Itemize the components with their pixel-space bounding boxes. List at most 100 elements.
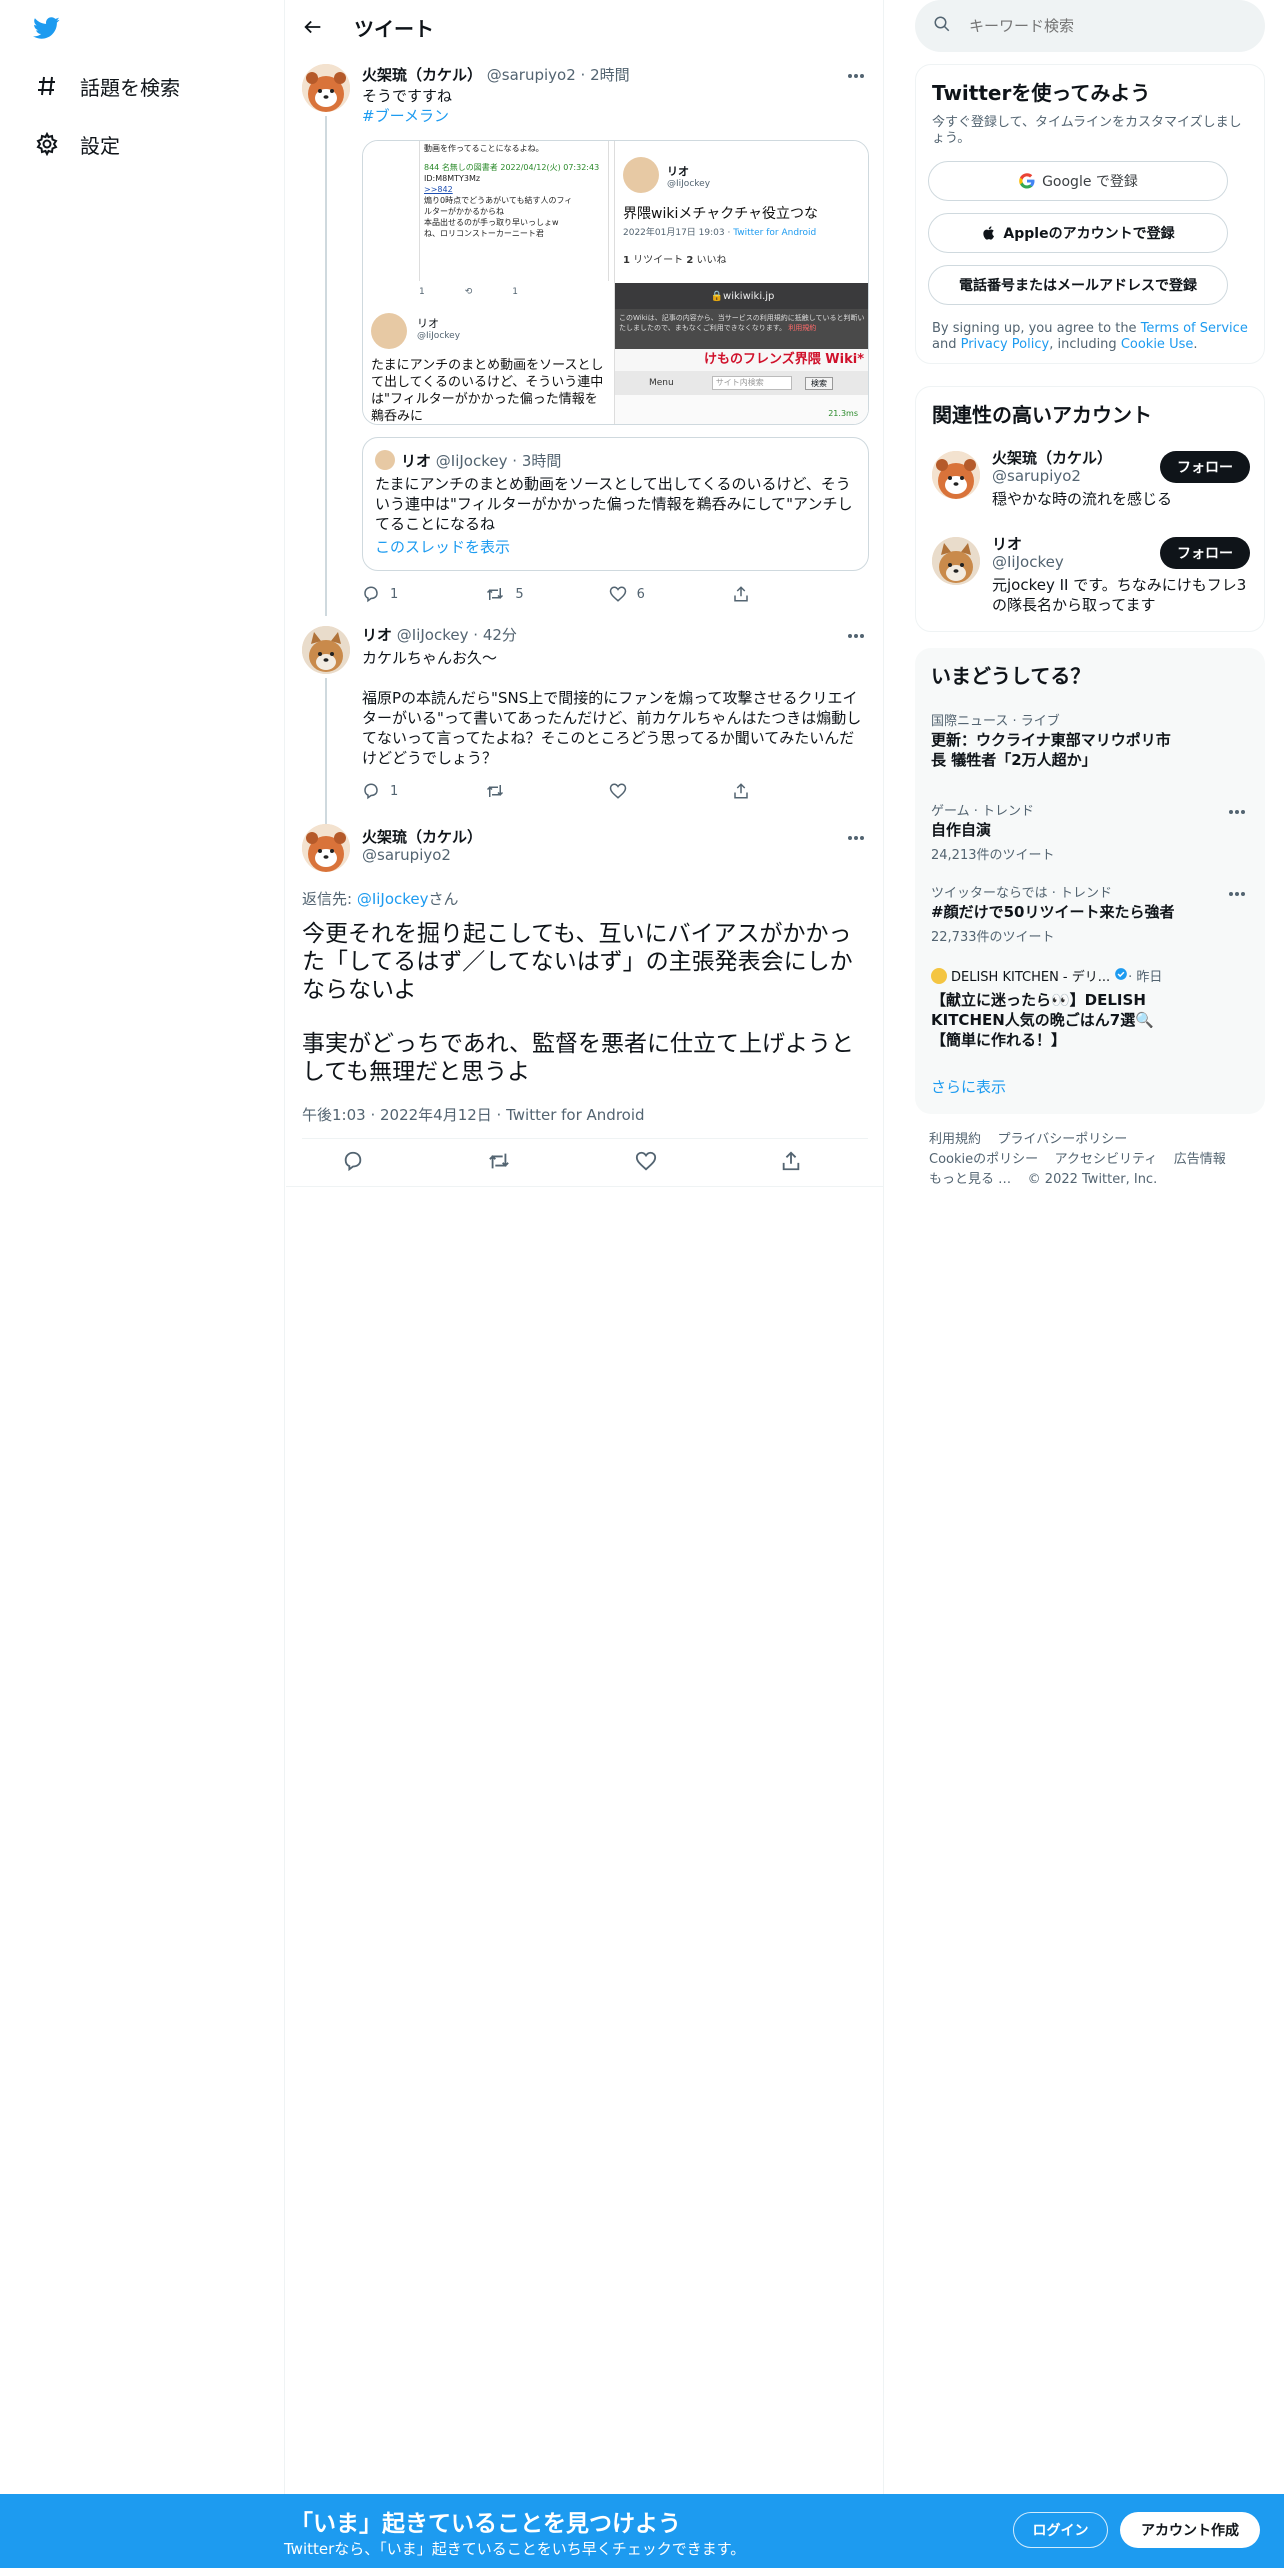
- search-input[interactable]: [969, 17, 1229, 35]
- nav-explore[interactable]: 話題を検索: [34, 64, 180, 108]
- footer-link[interactable]: Cookieのポリシー: [929, 1152, 1038, 1167]
- follow-button[interactable]: フォロー: [1160, 451, 1250, 483]
- user-handle[interactable]: @IiJockey: [397, 626, 469, 644]
- reply-button[interactable]: [342, 1150, 364, 1178]
- tweet-text-line: そうですすね: [362, 87, 453, 105]
- trend-item[interactable]: ゲーム · トレンド 自作自演 24,213件のツイート: [915, 794, 1265, 870]
- focused-tweet: 火架琉（カケル） @sarupiyo2 返信先: @IiJockeyさん 今更そ…: [286, 814, 884, 1194]
- footer-link[interactable]: アクセシビリティ: [1055, 1152, 1158, 1167]
- back-arrow-icon[interactable]: [300, 14, 326, 40]
- avatar[interactable]: [932, 537, 980, 585]
- account-handle: @sarupiyo2: [992, 467, 1081, 485]
- footer-link[interactable]: 広告情報: [1174, 1152, 1226, 1167]
- twitter-logo-icon[interactable]: [30, 14, 64, 42]
- login-button[interactable]: ログイン: [1013, 2512, 1108, 2548]
- tweet-actions: 1: [362, 779, 792, 803]
- account-bio: 穏やかな時の流れを感じる: [992, 490, 1173, 508]
- more-options-icon[interactable]: [844, 828, 868, 848]
- retweet-icon: [487, 785, 504, 797]
- like-button[interactable]: [635, 1150, 657, 1178]
- share-button[interactable]: [732, 582, 792, 606]
- reply-icon: [344, 1151, 362, 1172]
- reply-button[interactable]: 1: [362, 582, 422, 606]
- more-options-icon[interactable]: [844, 66, 868, 86]
- focused-tweet-text-2: 事実がどっちであれ、監督を悪者に仕立て上げようとしても無理だと思うよ: [302, 1031, 854, 1085]
- timestamp[interactable]: 2時間: [590, 66, 630, 84]
- related-account-item[interactable]: リオ @IiJockey 元jockey II です。ちなみにけもフレ3の隊長名…: [916, 529, 1266, 629]
- retweet-button[interactable]: [485, 779, 545, 803]
- timestamp[interactable]: 42分: [483, 626, 517, 644]
- follow-button[interactable]: フォロー: [1160, 537, 1250, 569]
- cookie-link[interactable]: Cookie Use: [1121, 337, 1194, 352]
- focused-tweet-text-1: 今更それを掘り起こしても、互いにバイアスがかかった「してるはず／してないはず」の…: [302, 921, 853, 1003]
- reply-icon: [364, 586, 378, 603]
- main-column: ツイート 火架琉（カケル） @sarupiyo2 · 2時間 そうですすね #ブ…: [286, 0, 884, 2568]
- nav-settings-label: 設定: [80, 133, 120, 158]
- avatar[interactable]: [302, 824, 350, 872]
- trend-item[interactable]: ツイッターならでは · トレンド #顔だけで50リツイート来たら強者 22,73…: [915, 876, 1265, 952]
- share-button[interactable]: [780, 1150, 802, 1178]
- nav-explore-label: 話題を検索: [80, 75, 180, 100]
- verified-badge-icon: [1114, 967, 1128, 985]
- nav-settings[interactable]: 設定: [34, 122, 120, 166]
- image-action-row: 1 ⟲ 1: [419, 287, 519, 297]
- signup-card: Twitterを使ってみよう 今すぐ登録して、タイムラインをカスタマイズしましょ…: [915, 64, 1265, 364]
- reply-to-link[interactable]: @IiJockey: [357, 890, 429, 908]
- like-button[interactable]: 6: [609, 582, 669, 606]
- reply-button[interactable]: 1: [362, 779, 422, 803]
- display-name[interactable]: リオ: [362, 626, 392, 644]
- retweet-button[interactable]: 5: [485, 582, 545, 606]
- avatar[interactable]: [932, 451, 980, 499]
- related-accounts-card: 関連性の高いアカウント 火架琉（カケル） @sarupiyo2 穏やかな時の流れ…: [915, 386, 1265, 632]
- share-icon: [782, 1151, 800, 1171]
- avatar[interactable]: [302, 64, 350, 112]
- account-handle: @IiJockey: [992, 553, 1064, 571]
- like-button[interactable]: [609, 779, 669, 803]
- hashtag-link[interactable]: #ブーメラン: [362, 106, 862, 126]
- apple-signup-button[interactable]: Appleのアカウントで登録: [928, 213, 1228, 253]
- avatar[interactable]: [302, 626, 350, 674]
- signup-button[interactable]: アカウント作成: [1120, 2512, 1260, 2548]
- display-name[interactable]: 火架琉（カケル）: [362, 66, 482, 84]
- image-right-panel: リオ @IiJockey 界隈wikiメチャクチャ役立つな 2022年01月17…: [615, 141, 868, 424]
- share-button[interactable]: [732, 779, 792, 803]
- google-signup-button[interactable]: Google で登録: [928, 161, 1228, 201]
- trend-more-icon[interactable]: [1225, 884, 1249, 904]
- reply-to-line: 返信先: @IiJockeyさん: [302, 890, 459, 908]
- trend-item[interactable]: DELISH KITCHEN - デリ... · 昨日 【献立に迷ったら👀】DE…: [915, 960, 1265, 1060]
- tweet-text: カケルちゃんお久～ 福原Pの本読んだら"SNS上で間接的にファンを煽って攻撃させ…: [362, 649, 862, 767]
- search-bar[interactable]: [915, 0, 1265, 52]
- quote-header: リオ @IiJockey · 3時間: [401, 452, 562, 470]
- display-name[interactable]: 火架琉（カケル）: [362, 826, 482, 847]
- thread-tweet-2[interactable]: リオ @IiJockey · 42分 カケルちゃんお久～ 福原Pの本読んだら"S…: [286, 614, 884, 828]
- source-avatar-icon: [931, 967, 947, 984]
- tweet-actions: 1 5 6: [362, 582, 792, 606]
- image-browser-bar: 🔒 wikiwiki.jp: [615, 283, 868, 309]
- terms-link[interactable]: Terms of Service: [1141, 321, 1248, 336]
- trend-item[interactable]: 国際ニュース · ライブ 更新：ウクライナ東部マリウポリ市長 犠牲者「2万人超か…: [915, 704, 1265, 786]
- tweet-image[interactable]: 動画を作ってることになるよね。 844 名無しの図書者 2022/04/12(火…: [362, 140, 869, 425]
- footer-link[interactable]: 利用規約: [929, 1132, 981, 1147]
- privacy-link[interactable]: Privacy Policy: [961, 337, 1050, 352]
- user-handle[interactable]: @sarupiyo2: [487, 66, 576, 84]
- divider: [286, 1186, 884, 1187]
- more-options-icon[interactable]: [844, 626, 868, 646]
- show-thread-link[interactable]: このスレッドを表示: [375, 536, 510, 557]
- footer-more-link[interactable]: もっと見る …: [929, 1172, 1011, 1187]
- quoted-tweet[interactable]: リオ @IiJockey · 3時間 たまにアンチのまとめ動画をソースとして出し…: [362, 437, 869, 571]
- trend-more-icon[interactable]: [1225, 802, 1249, 822]
- thread-connector: [325, 116, 327, 616]
- heart-icon: [635, 1151, 656, 1171]
- thread-tweet-1[interactable]: 火架琉（カケル） @sarupiyo2 · 2時間 そうですすね #ブーメラン …: [286, 54, 884, 616]
- user-handle[interactable]: @sarupiyo2: [362, 846, 451, 864]
- left-navigation: 話題を検索 設定: [0, 0, 285, 2568]
- sidebar-footer: 利用規約 プライバシーポリシー Cookieのポリシー アクセシビリティ 広告情…: [929, 1130, 1249, 1190]
- tweet-meta[interactable]: 午後1:03 · 2022年4月12日 · Twitter for Androi…: [302, 1104, 645, 1125]
- search-icon: [933, 15, 951, 37]
- related-account-item[interactable]: 火架琉（カケル） @sarupiyo2 穏やかな時の流れを感じる フォロー: [916, 443, 1266, 529]
- phone-email-signup-button[interactable]: 電話番号またはメールアドレスで登録: [928, 265, 1228, 305]
- retweet-button[interactable]: [487, 1150, 511, 1178]
- footer-link[interactable]: プライバシーポリシー: [998, 1132, 1128, 1147]
- show-more-link[interactable]: さらに表示: [931, 1076, 1006, 1097]
- tweet-header: 火架琉（カケル） @sarupiyo2 · 2時間: [362, 66, 630, 84]
